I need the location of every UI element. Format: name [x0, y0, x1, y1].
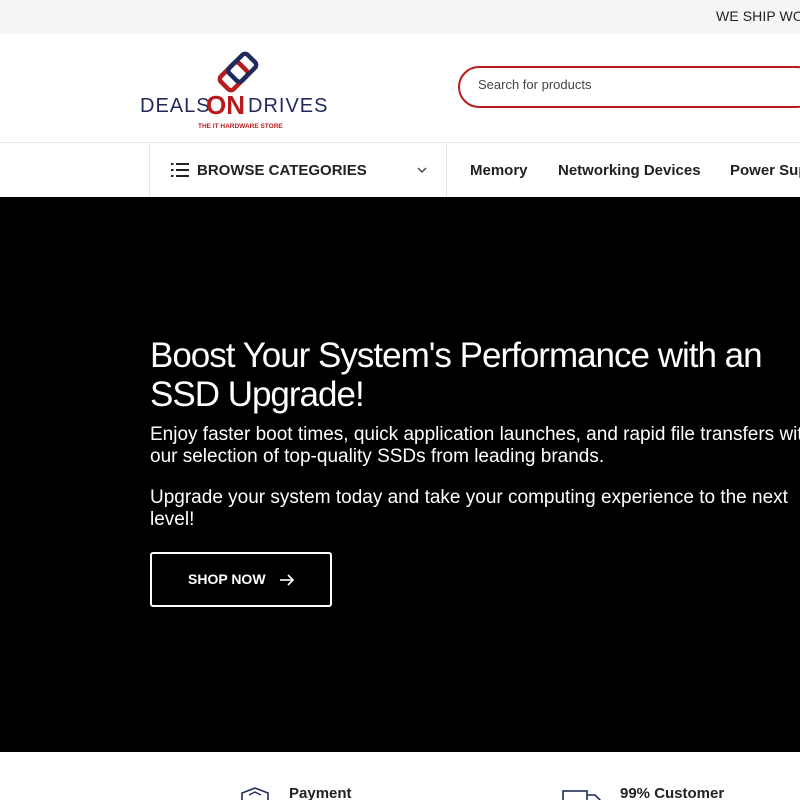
- feature-payment-label: Payment: [289, 785, 352, 800]
- payment-shield-icon: [241, 787, 269, 800]
- hero-cta-text: Upgrade your system today and take your …: [150, 487, 788, 530]
- site-header: DEALS ON DRIVES THE IT HARDWARE STORE: [0, 34, 800, 143]
- nav-link-power-supply[interactable]: Power Supply: [730, 162, 800, 179]
- delivery-truck-icon: [562, 790, 601, 800]
- svg-text:ON: ON: [206, 90, 245, 120]
- brand-logo[interactable]: DEALS ON DRIVES THE IT HARDWARE STORE: [140, 48, 346, 130]
- logo-mark-icon: DEALS ON DRIVES THE IT HARDWARE STORE: [140, 51, 328, 130]
- hero-title: Boost Your System's Performance with an …: [150, 336, 763, 414]
- features-strip: Payment 99% Customer: [0, 752, 800, 800]
- svg-text:DEALS: DEALS: [140, 95, 211, 117]
- shop-now-button[interactable]: SHOP NOW: [150, 552, 332, 607]
- search-bar: [458, 66, 800, 108]
- nav-link-memory[interactable]: Memory: [470, 162, 528, 179]
- search-input[interactable]: [478, 77, 778, 92]
- hero-description: Enjoy faster boot times, quick applicati…: [150, 424, 800, 467]
- list-menu-icon: [171, 163, 189, 177]
- browse-categories-label: BROWSE CATEGORIES: [197, 162, 367, 179]
- main-navigation: BROWSE CATEGORIES Memory Networking Devi…: [0, 143, 800, 197]
- hero-banner: Boost Your System's Performance with an …: [0, 197, 800, 752]
- nav-link-networking-devices[interactable]: Networking Devices: [558, 162, 701, 179]
- svg-text:DRIVES: DRIVES: [248, 95, 328, 117]
- arrow-right-icon: [280, 574, 295, 586]
- svg-text:THE IT HARDWARE STORE: THE IT HARDWARE STORE: [198, 123, 283, 130]
- top-announcement-bar: WE SHIP WORLDWIDE: [0, 0, 800, 34]
- shop-now-label: SHOP NOW: [188, 571, 266, 587]
- browse-categories-button[interactable]: BROWSE CATEGORIES: [149, 143, 447, 197]
- feature-customer-label: 99% Customer: [620, 785, 725, 800]
- shipping-notice: WE SHIP WORLDWIDE: [716, 8, 800, 24]
- chevron-down-icon: [417, 167, 427, 173]
